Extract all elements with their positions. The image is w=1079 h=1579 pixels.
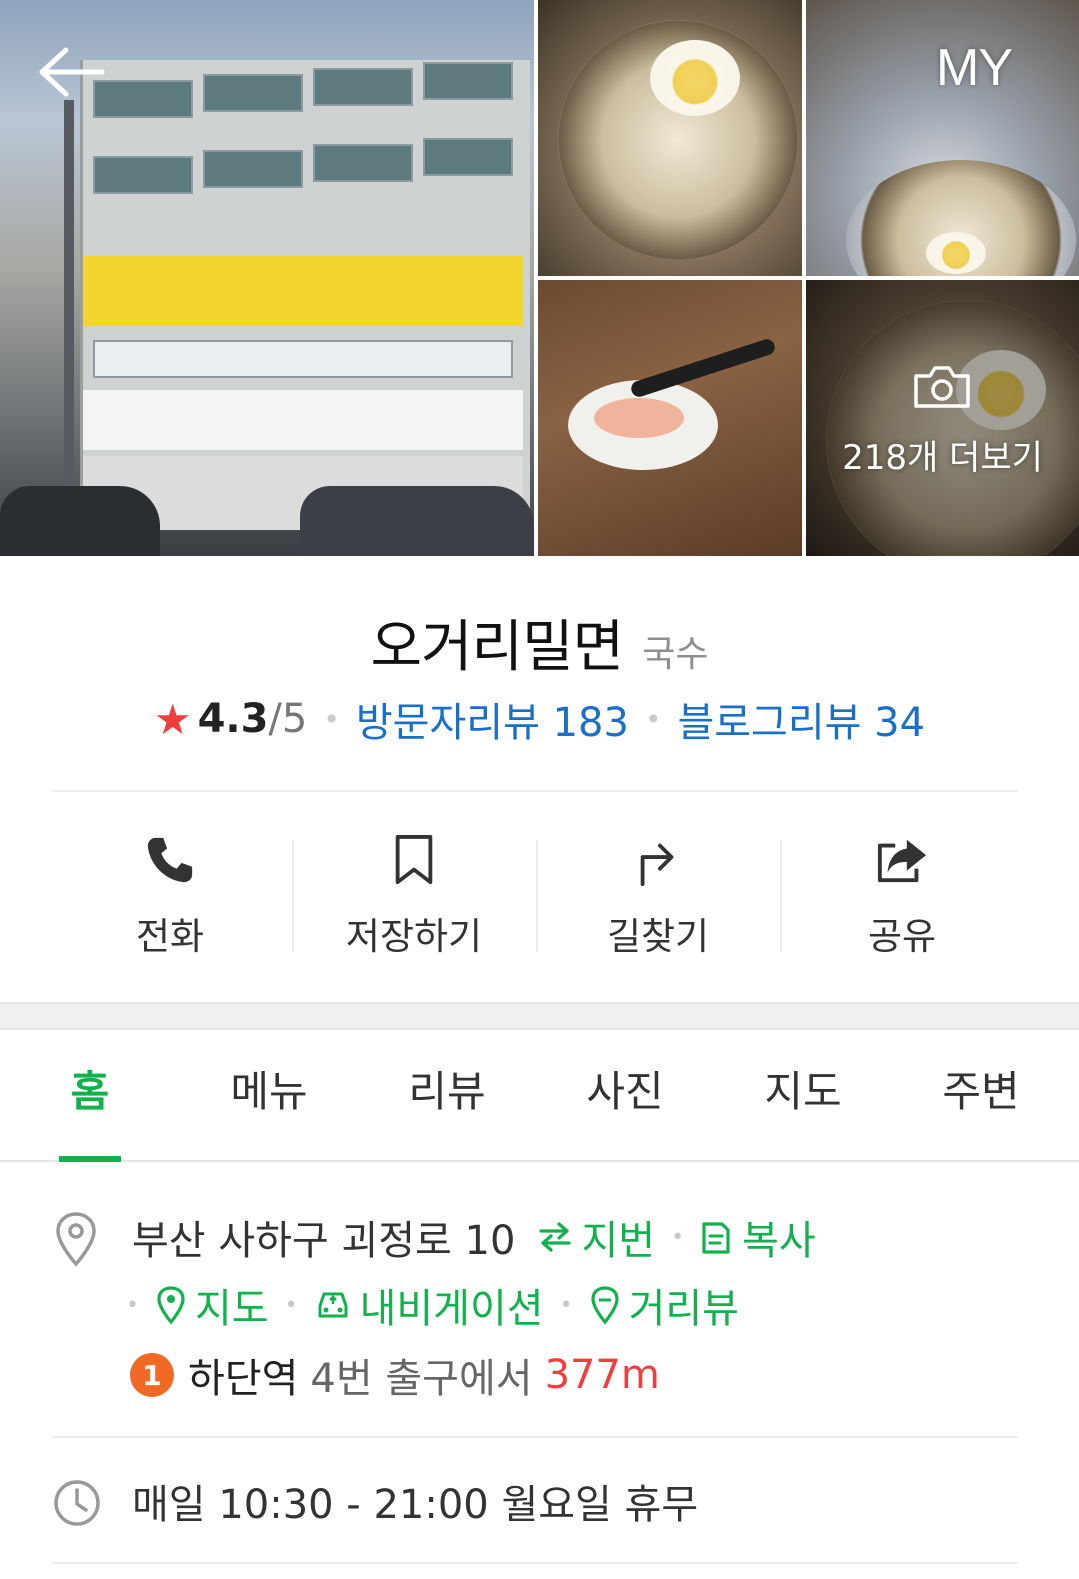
tab-bar: 홈 메뉴 리뷰 사진 지도 주변 (0, 1030, 1079, 1162)
blog-reviews-link[interactable]: 블로그리뷰 34 (677, 690, 925, 748)
share-button[interactable]: 공유 (780, 820, 1024, 960)
divider (52, 790, 1018, 792)
separator-dot: • (671, 1224, 685, 1250)
distance: 377m (544, 1352, 660, 1398)
copy-button[interactable]: 복사 (700, 1208, 816, 1266)
navigation-label: 내비게이션 (359, 1286, 544, 1332)
tab-review[interactable]: 리뷰 (358, 1030, 536, 1160)
directions-label: 길찾기 (606, 915, 710, 958)
action-bar: 전화 저장하기 길찾기 공유 (48, 820, 1024, 960)
directions-icon (640, 843, 674, 886)
jibun-toggle[interactable]: 지번 (537, 1208, 655, 1266)
storefront-photo[interactable] (0, 0, 534, 556)
separator-dot: • (284, 1292, 298, 1318)
save-label: 저장하기 (345, 915, 483, 958)
bookmark-icon (395, 834, 433, 885)
clock-icon (54, 1480, 100, 1526)
map-link[interactable]: 지도 (155, 1276, 269, 1334)
subway-line-badge: 1 (130, 1353, 174, 1397)
separator-dot: • (323, 702, 340, 736)
place-category: 국수 (642, 634, 709, 675)
station-name: 하단역 (188, 1356, 299, 1402)
section-separator (0, 1002, 1079, 1030)
star-icon: ★ (153, 694, 192, 744)
exit-text: 4번 출구에서 (310, 1356, 533, 1402)
rating-row: ★ 4.3 /5 • 방문자리뷰 183 • 블로그리뷰 34 (0, 690, 1079, 748)
separator-dot: • (126, 1292, 139, 1318)
rating-max: /5 (268, 696, 308, 742)
address-row: 부산 사하구 괴정로 10 지번 • 복사 (132, 1208, 816, 1266)
camera-icon (914, 366, 970, 408)
navigation-link[interactable]: 내비게이션 (314, 1276, 544, 1334)
place-name: 오거리밀면 (370, 615, 625, 680)
tab-map[interactable]: 지도 (714, 1030, 892, 1160)
my-button[interactable]: MY (936, 38, 1013, 98)
building-illustration (80, 60, 530, 530)
map-pin-icon (157, 1286, 185, 1325)
subway-info-row: 1 하단역 4번 출구에서 377m (130, 1346, 660, 1404)
tab-photo[interactable]: 사진 (536, 1030, 714, 1160)
location-pin-icon (56, 1212, 96, 1267)
save-button[interactable]: 저장하기 (292, 820, 536, 960)
address-actions-row: • 지도 • 내비게이션 • 거리뷰 (126, 1276, 739, 1334)
divider (52, 1436, 1018, 1438)
tab-menu[interactable]: 메뉴 (180, 1030, 358, 1160)
roadview-link[interactable]: 거리뷰 (589, 1276, 739, 1334)
address-text: 부산 사하구 괴정로 10 (132, 1218, 516, 1264)
food-photo-3[interactable] (538, 280, 802, 556)
call-button[interactable]: 전화 (48, 820, 292, 960)
roadview-label: 거리뷰 (628, 1286, 739, 1332)
food-photo-1[interactable] (538, 0, 802, 276)
car-icon (318, 1292, 348, 1318)
tab-home[interactable]: 홈 (0, 1030, 180, 1162)
more-photos-button[interactable]: 218개 더보기 (806, 280, 1079, 556)
roadview-icon (590, 1286, 619, 1325)
separator-dot: • (644, 702, 662, 736)
swap-arrows-icon (539, 1222, 572, 1252)
copy-label: 복사 (742, 1218, 816, 1264)
more-photos-label: 218개 더보기 (842, 438, 1043, 478)
share-icon (877, 839, 927, 883)
tab-nearby[interactable]: 주변 (892, 1030, 1070, 1160)
business-hours: 매일 10:30 - 21:00 월요일 휴무 (132, 1482, 699, 1528)
place-title: 오거리밀면 국수 (0, 602, 1079, 683)
share-label: 공유 (867, 915, 937, 958)
visitor-reviews-link[interactable]: 방문자리뷰 183 (356, 690, 629, 748)
map-label: 지도 (194, 1286, 269, 1332)
divider (52, 1562, 1018, 1564)
copy-icon (702, 1222, 730, 1254)
arrow-left-icon[interactable] (36, 44, 106, 100)
call-label: 전화 (135, 915, 205, 958)
phone-icon (147, 837, 193, 883)
rating-score: 4.3 (197, 696, 269, 742)
separator-dot: • (559, 1292, 573, 1318)
jibun-label: 지번 (581, 1218, 656, 1264)
photo-gallery: MY 218개 더보기 (0, 0, 1079, 556)
directions-button[interactable]: 길찾기 (536, 820, 780, 960)
